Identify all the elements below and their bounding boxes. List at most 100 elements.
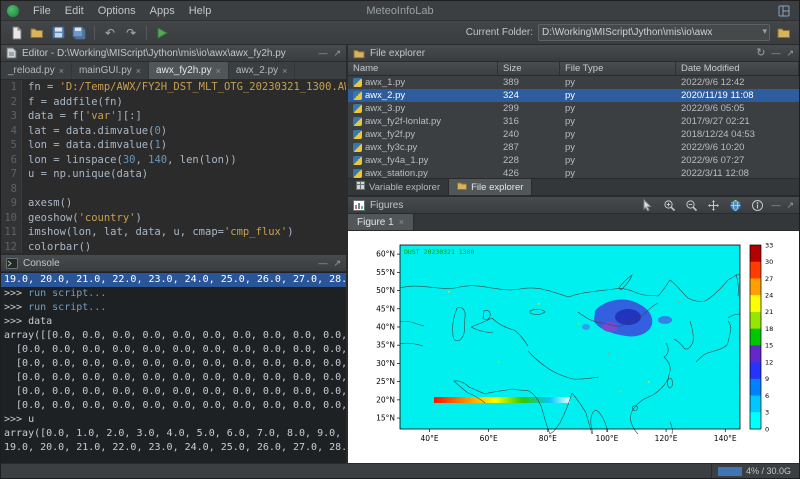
column-header-file-type[interactable]: File Type — [560, 62, 676, 75]
file-row[interactable]: awx_3.py299py2022/9/6 05:05 — [348, 102, 799, 115]
editor-tab[interactable]: _reload.py× — [1, 62, 72, 79]
line-number: 12 — [1, 240, 22, 254]
y-tick-label: 45°N — [376, 304, 395, 313]
close-icon[interactable]: × — [399, 217, 404, 227]
tab-file-explorer[interactable]: File explorer — [449, 179, 532, 195]
line-number: 10 — [1, 211, 22, 226]
close-icon[interactable]: × — [59, 66, 64, 76]
menu-file[interactable]: File — [26, 3, 58, 19]
full-extent-globe-icon[interactable] — [727, 198, 743, 213]
file-name-cell: awx_fy3c.py — [348, 142, 498, 153]
python-file-icon — [353, 169, 362, 178]
file-size-cell: 287 — [498, 142, 560, 153]
tab-variable-explorer[interactable]: Variable explorer — [348, 179, 449, 195]
float-icon[interactable]: ↗ — [786, 201, 794, 210]
toolbar-separator — [94, 26, 95, 40]
file-name: awx_fy4a_1.py — [365, 155, 428, 166]
console-line: >>> data — [1, 315, 346, 329]
file-type-cell: py — [560, 168, 676, 178]
close-icon[interactable]: × — [136, 66, 141, 76]
select-cursor-icon[interactable] — [639, 198, 655, 213]
y-tick-label: 35°N — [376, 341, 395, 350]
file-name-cell: awx_3.py — [348, 103, 498, 114]
tab-label: Variable explorer — [369, 182, 440, 193]
file-table: awx_1.py389py2022/9/6 12:42awx_2.py324py… — [348, 76, 799, 178]
tab-label: File explorer — [471, 182, 523, 193]
float-icon[interactable]: ↗ — [333, 259, 341, 268]
run-script-icon[interactable] — [153, 24, 171, 42]
file-date-cell: 2022/3/11 12:08 — [676, 168, 799, 178]
menu-edit[interactable]: Edit — [58, 3, 91, 19]
menu-apps[interactable]: Apps — [143, 3, 182, 19]
right-column: File explorer ↻ — ↗ NameSizeFile TypeDat… — [348, 45, 799, 463]
undo-icon[interactable]: ↶ — [101, 24, 119, 42]
minimize-icon[interactable]: — — [771, 201, 780, 210]
column-header-name[interactable]: Name — [348, 62, 498, 75]
figure-tab[interactable]: Figure 1 × — [348, 214, 414, 230]
figure-canvas[interactable]: DUST 20230321 1300 40°E60°E80°E100°E120°… — [348, 231, 799, 463]
editor-tab[interactable]: mainGUI.py× — [72, 62, 149, 79]
memory-usage-bar — [718, 467, 742, 476]
file-row[interactable]: awx_1.py389py2022/9/6 12:42 — [348, 76, 799, 89]
identify-icon[interactable] — [749, 198, 765, 213]
code-line: 7u = np.unique(data) — [1, 167, 346, 182]
minimize-icon[interactable]: — — [771, 49, 780, 58]
map-annotation: DUST 20230321 1300 — [404, 248, 475, 256]
line-number: 1 — [1, 80, 22, 95]
python-file-icon — [353, 143, 362, 152]
code-line: 4lat = data.dimvalue(0) — [1, 124, 346, 139]
table-icon — [356, 181, 365, 193]
file-size-cell: 299 — [498, 103, 560, 114]
file-name: awx_fy3c.py — [365, 142, 417, 153]
console-output[interactable]: 19.0, 20.0, 21.0, 22.0, 23.0, 24.0, 25.0… — [1, 272, 346, 463]
meteoinfolab-window: MeteoInfoLab FileEditOptionsAppsHelp ↶ ↷ — [0, 0, 800, 479]
console-line: [0.0, 0.0, 0.0, 0.0, 0.0, 0.0, 0.0, 0.0,… — [1, 385, 346, 399]
file-row[interactable]: awx_fy2f-lonlat.py316py2017/9/27 02:21 — [348, 115, 799, 128]
close-icon[interactable]: × — [216, 66, 221, 76]
new-script-icon[interactable] — [7, 24, 25, 42]
file-row[interactable]: awx_fy2f.py240py2018/12/24 04:53 — [348, 128, 799, 141]
editor-tab[interactable]: awx_2.py× — [229, 62, 296, 79]
file-row[interactable]: awx_2.py324py2020/11/19 11:08 — [348, 89, 799, 102]
zoom-out-icon[interactable] — [683, 198, 699, 213]
code-line: 12colorbar() — [1, 240, 346, 254]
column-header-size[interactable]: Size — [498, 62, 560, 75]
console-panel: Console — ↗ 19.0, 20.0, 21.0, 22.0, 23.0… — [1, 255, 346, 463]
colorbar-segment — [750, 312, 761, 329]
redo-icon[interactable]: ↷ — [122, 24, 140, 42]
layout-icon[interactable] — [775, 2, 793, 20]
x-tick-label: 140°E — [714, 434, 737, 443]
status-bar: 4% / 30.0G — [1, 463, 799, 478]
menu-help[interactable]: Help — [182, 3, 219, 19]
column-header-date-modified[interactable]: Date Modified — [676, 62, 799, 75]
save-icon[interactable] — [49, 24, 67, 42]
save-all-icon[interactable] — [70, 24, 88, 42]
open-file-icon[interactable] — [28, 24, 46, 42]
file-row[interactable]: awx_fy3c.py287py2022/9/6 10:20 — [348, 141, 799, 154]
code-editor[interactable]: 1fn = 'D:/Temp/AWX/FY2H_DST_MLT_OTG_2023… — [1, 80, 346, 253]
line-number: 5 — [1, 138, 22, 153]
browse-folder-icon[interactable] — [775, 24, 793, 42]
close-icon[interactable]: × — [282, 66, 287, 76]
float-icon[interactable]: ↗ — [333, 49, 341, 58]
left-column: Editor - D:\Working\MIScript\Jython\mis\… — [1, 45, 348, 463]
minimize-icon[interactable]: — — [318, 49, 327, 58]
menu-items: FileEditOptionsAppsHelp — [26, 3, 218, 19]
editor-tab[interactable]: awx_fy2h.py× — [149, 62, 229, 79]
file-row[interactable]: awx_fy4a_1.py228py2022/9/6 07:27 — [348, 154, 799, 167]
pan-icon[interactable] — [705, 198, 721, 213]
file-name: awx_station.py — [365, 168, 428, 178]
current-folder-combobox[interactable]: D:\Working\MIScript\Jython\mis\io\awx ▾ — [538, 24, 770, 41]
code-text: imshow(lon, lat, data, u, cmap='cmp_flux… — [22, 225, 294, 240]
file-type-cell: py — [560, 142, 676, 153]
colorbar: 33302724211815129630 — [750, 241, 773, 433]
float-icon[interactable]: ↗ — [786, 49, 794, 58]
file-row[interactable]: awx_station.py426py2022/3/11 12:08 — [348, 167, 799, 178]
minimize-icon[interactable]: — — [318, 259, 327, 268]
file-type-cell: py — [560, 116, 676, 127]
zoom-in-icon[interactable] — [661, 198, 677, 213]
console-text: run script... — [22, 288, 106, 299]
refresh-icon[interactable]: ↻ — [756, 48, 765, 59]
menu-options[interactable]: Options — [91, 3, 143, 19]
figure-tabs: Figure 1 × — [348, 214, 799, 231]
